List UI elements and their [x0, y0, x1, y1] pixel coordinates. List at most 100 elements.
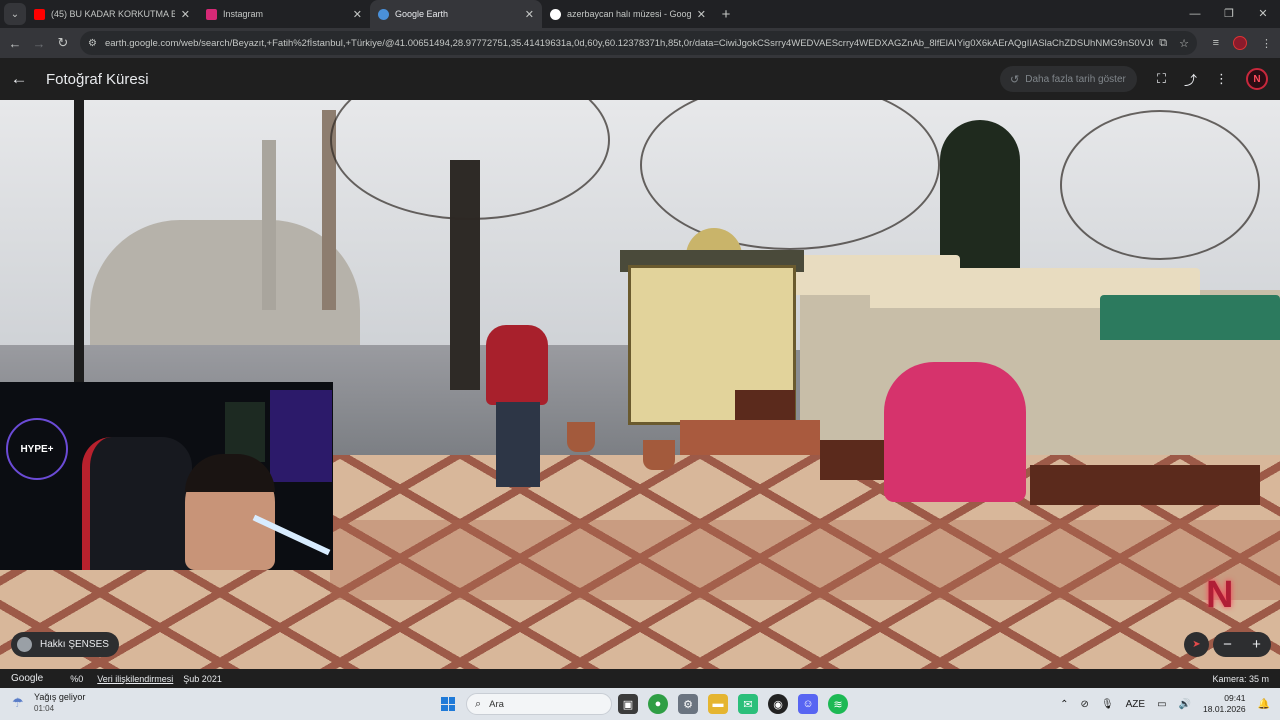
minaret — [262, 140, 276, 310]
gaming-chair — [82, 437, 192, 570]
minimize-icon[interactable]: — — [1178, 0, 1212, 28]
clock-date: 18.01.2026 — [1203, 704, 1246, 714]
url-text[interactable]: earth.google.com/web/search/Beyazıt,+Fat… — [105, 38, 1153, 49]
settings-icon[interactable]: ⚙ — [678, 694, 698, 714]
file-manager-icon[interactable]: ▣ — [618, 694, 638, 714]
menu-icon[interactable]: ⋮ — [1261, 37, 1272, 50]
planter — [735, 390, 795, 420]
history-button[interactable]: ↺ Daha fazla tarih göster — [1000, 66, 1137, 92]
tab-instagram[interactable]: Instagram ✕ — [198, 0, 370, 28]
reading-list-icon[interactable]: ≡ — [1213, 37, 1219, 49]
system-tray: ⌃ ⊘ 🎙 AZE ▭ 🔊 09:41 18.01.2026 🔔 — [1060, 688, 1270, 720]
site-info-icon[interactable]: ⚙ — [88, 38, 97, 49]
tab-youtube[interactable]: (45) BU KADAR KORKUTMA BE ✕ — [26, 0, 198, 28]
new-tab-button[interactable]: + — [714, 6, 738, 23]
camera-altitude: Kamera: 35 m — [1212, 673, 1269, 684]
clock-time: 09:41 — [1224, 693, 1246, 703]
loading-percent: %0 — [70, 673, 84, 684]
umbrella — [1100, 295, 1280, 340]
chat-app-icon[interactable]: ✉ — [738, 694, 758, 714]
restore-icon[interactable]: ❐ — [1212, 0, 1246, 28]
forward-icon[interactable]: → — [27, 36, 51, 51]
search-placeholder: Ara — [489, 698, 504, 710]
browser-toolbar: ← → ↻ ⚙ earth.google.com/web/search/Beya… — [0, 28, 1280, 58]
taskbar-search[interactable]: ⌕ Ara — [466, 693, 612, 715]
address-bar[interactable]: ⚙ earth.google.com/web/search/Beyazıt,+F… — [80, 31, 1197, 55]
language-indicator[interactable]: AZE — [1126, 699, 1145, 710]
wall-poster — [270, 390, 332, 482]
person-jeans — [496, 402, 540, 487]
flower-pot — [567, 422, 595, 452]
history-button-label: Daha fazla tarih göster — [1025, 73, 1126, 85]
volume-icon[interactable]: 🔊 — [1179, 699, 1191, 710]
reload-icon[interactable]: ↻ — [51, 35, 75, 51]
weather-time: 01:04 — [34, 704, 55, 713]
rain-icon: ☂ — [12, 695, 24, 710]
folder-icon[interactable]: ▬ — [708, 694, 728, 714]
flower-pot — [643, 440, 675, 470]
microphone-icon[interactable]: 🎙 — [1101, 699, 1114, 710]
earth-status-bar: Google %0 Veri ilişkilendirmesi Şub 2021… — [0, 669, 1280, 688]
compass-icon[interactable]: ➤ — [1184, 632, 1209, 657]
tab-google-search[interactable]: azerbaycan halı müzesi - Googl ✕ — [542, 0, 714, 28]
tab-title: (45) BU KADAR KORKUTMA BE — [51, 9, 175, 19]
close-window-icon[interactable]: ✕ — [1246, 0, 1280, 28]
install-app-icon[interactable]: ⧉ — [1159, 37, 1167, 50]
close-icon[interactable]: ✕ — [525, 8, 534, 21]
spotify-icon[interactable]: ≋ — [828, 694, 848, 714]
display-icon[interactable]: ▭ — [1157, 699, 1166, 710]
instagram-icon — [206, 8, 217, 20]
chevron-down-icon: ⌄ — [10, 8, 20, 20]
share-icon[interactable]: ⤴ — [1184, 70, 1197, 89]
windows-taskbar: ☂ Yağış geliyor 01:04 ⌕ Ara ▣ ● ⚙ ▬ ✉ ◉ … — [0, 688, 1280, 720]
back-arrow-icon[interactable]: ← — [0, 69, 38, 89]
data-attribution-link[interactable]: Veri ilişkilendirmesi — [97, 674, 173, 684]
tab-google-earth[interactable]: Google Earth ✕ — [370, 0, 542, 28]
close-icon[interactable]: ✕ — [181, 8, 190, 21]
person-red-jacket — [486, 325, 548, 405]
google-icon — [550, 8, 561, 20]
back-icon[interactable]: ← — [3, 36, 27, 51]
browser-tab-strip: ⌄ (45) BU KADAR KORKUTMA BE ✕ Instagram … — [0, 0, 1280, 28]
person-pink-jacket — [884, 362, 1026, 502]
window-controls: — ❐ ✕ — [1178, 0, 1280, 28]
taskbar-apps: ▣ ● ⚙ ▬ ✉ ◉ ☺ ≋ — [618, 694, 848, 714]
webcam-overlay: HYPE+ — [0, 382, 333, 570]
zoom-controls: ➤ − + — [1184, 632, 1271, 657]
contributor-chip[interactable]: Hakkı ŞENSES — [11, 632, 119, 657]
zoom-out-button[interactable]: − — [1223, 636, 1232, 653]
history-icon: ↺ — [1010, 73, 1020, 86]
weather-title: Yağış geliyor — [34, 692, 86, 702]
weather-widget[interactable]: ☂ Yağış geliyor 01:04 — [12, 692, 85, 714]
chrome-icon[interactable]: ● — [648, 694, 668, 714]
discord-icon[interactable]: ☺ — [798, 694, 818, 714]
imagery-date: Şub 2021 — [183, 673, 222, 684]
contributor-avatar — [17, 637, 32, 652]
youtube-icon — [34, 8, 45, 20]
clock[interactable]: 09:41 18.01.2026 — [1203, 693, 1246, 715]
tree-canopy — [1060, 110, 1260, 260]
zoom-in-button[interactable]: + — [1252, 636, 1261, 653]
close-icon[interactable]: ✕ — [697, 8, 706, 21]
close-icon[interactable]: ✕ — [353, 8, 362, 21]
page-title: Fotoğraf Küresi — [46, 70, 149, 88]
github-icon[interactable]: ◉ — [768, 694, 788, 714]
watermark-logo: N — [1206, 574, 1234, 616]
windows-start-icon[interactable] — [441, 697, 455, 711]
tab-title: azerbaycan halı müzesi - Googl — [567, 9, 691, 19]
google-logo: Google — [11, 673, 44, 684]
bookmark-star-icon[interactable]: ☆ — [1179, 37, 1189, 50]
planter — [1030, 465, 1260, 505]
more-options-icon[interactable]: ⋮ — [1215, 71, 1228, 87]
avatar[interactable]: N — [1246, 68, 1268, 90]
screenshot-icon[interactable]: ⛶ — [1157, 71, 1166, 87]
toolbar-right: ≡ ⋮ — [1213, 28, 1272, 58]
earth-header: ← Fotoğraf Küresi ↺ Daha fazla tarih gös… — [0, 58, 1280, 100]
chevron-up-icon[interactable]: ⌃ — [1060, 699, 1068, 710]
tab-search-button[interactable]: ⌄ — [4, 3, 26, 25]
tab-title: Instagram — [223, 9, 264, 19]
wall-poster — [225, 402, 265, 462]
profile-icon[interactable] — [1233, 36, 1247, 50]
notification-bell-icon[interactable]: 🔔 — [1258, 699, 1270, 710]
network-icon[interactable]: ⊘ — [1081, 699, 1089, 710]
